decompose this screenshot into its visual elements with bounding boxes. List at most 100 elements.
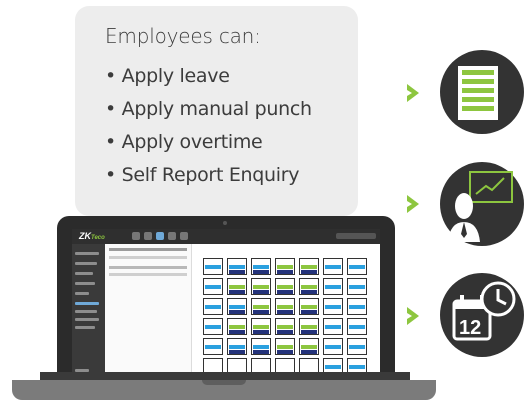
calendar-event-bar: [349, 345, 365, 349]
calendar-day-cell: [275, 298, 295, 315]
calendar-event-bar: [253, 325, 269, 329]
calendar-event-bar: [301, 285, 317, 289]
calendar-event-bar: [205, 325, 221, 329]
calendar-event-bar: [277, 270, 293, 274]
calendar-day-cell: [251, 338, 271, 355]
calendar-event-bar: [349, 265, 365, 269]
calendar-event-bar: [205, 305, 221, 309]
calendar-event-bar: [301, 305, 317, 309]
calendar-event-bar: [229, 305, 245, 309]
calendar-day-cell: [299, 318, 319, 335]
card-title: Employees can:: [105, 24, 261, 48]
sidebar-item: [75, 326, 95, 329]
calendar-event-bar: [277, 265, 293, 269]
calendar-event-bar: [229, 330, 245, 334]
panel-row: [109, 248, 187, 251]
calendar-day-cell: [251, 318, 271, 335]
calendar-event-bar: [253, 350, 269, 354]
laptop-illustration: ZKTeco: [57, 216, 395, 386]
calendar-day-cell: [347, 318, 367, 335]
calendar-event-bar: [301, 325, 317, 329]
presentation-person-icon: [440, 162, 524, 246]
calendar-event-bar: [277, 310, 293, 314]
feature-item-manual-punch: Apply manual punch: [105, 93, 312, 126]
calendar-day-cell: [323, 278, 343, 295]
svg-text:12: 12: [459, 317, 481, 339]
calendar-event-bar: [253, 290, 269, 294]
attendance-calendar: [203, 258, 374, 380]
calendar-event-bar: [253, 305, 269, 309]
calendar-event-bar: [277, 325, 293, 329]
calendar-event-bar: [205, 285, 221, 289]
calendar-event-bar: [349, 365, 365, 369]
laptop-notch: [202, 380, 246, 385]
calendar-event-bar: [349, 285, 365, 289]
feature-item-apply-leave: Apply leave: [105, 60, 312, 93]
calendar-day-cell: [275, 278, 295, 295]
calendar-event-bar: [325, 265, 341, 269]
calendar-day-cell: [203, 298, 223, 315]
sidebar-item: [75, 252, 99, 255]
calendar-event-bar: [277, 290, 293, 294]
calendar-event-bar: [205, 345, 221, 349]
calendar-event-bar: [253, 330, 269, 334]
calendar-day-cell: [347, 258, 367, 275]
app-icon: [156, 232, 164, 240]
calendar-day-cell: [323, 258, 343, 275]
calendar-event-bar: [301, 350, 317, 354]
sidebar-item: [75, 318, 99, 321]
calendar-event-bar: [301, 265, 317, 269]
calendar-event-bar: [277, 305, 293, 309]
calendar-day-cell: [299, 278, 319, 295]
user-menu: [336, 233, 376, 239]
sidebar-item: [75, 302, 99, 305]
calendar-day-cell: [227, 298, 247, 315]
chevron-right-icon: [407, 195, 419, 213]
app-topbar: ZKTeco: [72, 229, 380, 244]
calendar-event-bar: [301, 330, 317, 334]
calendar-event-bar: [277, 330, 293, 334]
calendar-day-cell: [227, 338, 247, 355]
calendar-day-cell: [203, 318, 223, 335]
calendar-event-bar: [229, 290, 245, 294]
calendar-event-bar: [325, 305, 341, 309]
calendar-event-bar: [253, 265, 269, 269]
laptop-camera: [223, 221, 227, 225]
calendar-day-cell: [299, 338, 319, 355]
calendar-event-bar: [325, 345, 341, 349]
calendar-event-bar: [277, 350, 293, 354]
sidebar-item: [75, 310, 97, 313]
panel-row: [109, 273, 187, 276]
calendar-event-bar: [349, 305, 365, 309]
calendar-event-bar: [229, 310, 245, 314]
calendar-event-bar: [229, 325, 245, 329]
app-icon: [180, 232, 188, 240]
panel-row: [109, 266, 187, 269]
calendar-day-cell: [227, 258, 247, 275]
app-sidebar: [72, 244, 105, 386]
feature-item-report-enquiry: Self Report Enquiry: [105, 159, 312, 192]
app-icon: [144, 232, 152, 240]
calendar-event-bar: [277, 345, 293, 349]
calendar-day-cell: [203, 258, 223, 275]
calendar-event-bar: [253, 345, 269, 349]
calendar-event-bar: [229, 345, 245, 349]
calendar-event-bar: [229, 350, 245, 354]
app-icon: [132, 232, 140, 240]
calendar-event-bar: [229, 285, 245, 289]
laptop-base: [12, 380, 436, 400]
calendar-event-bar: [253, 285, 269, 289]
calendar-day-cell: [275, 318, 295, 335]
calendar-day-cell: [347, 298, 367, 315]
sidebar-item: [75, 262, 97, 265]
list-document-icon: [440, 50, 524, 134]
calendar-day-cell: [323, 318, 343, 335]
calendar-event-bar: [301, 345, 317, 349]
calendar-day-cell: [227, 318, 247, 335]
logo-accent: Teco: [91, 235, 105, 241]
calendar-event-bar: [253, 270, 269, 274]
calendar-day-cell: [227, 278, 247, 295]
chevron-right-icon: [407, 307, 419, 325]
calendar-event-bar: [205, 265, 221, 269]
sidebar-item: [75, 272, 93, 275]
